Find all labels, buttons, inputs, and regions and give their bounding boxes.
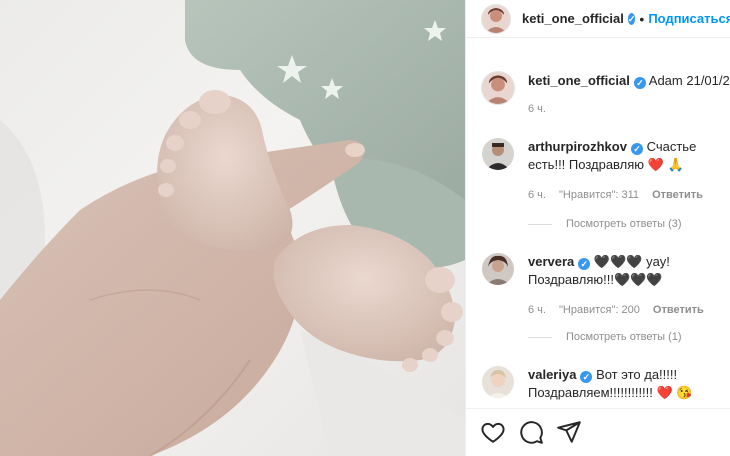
comment-text-line2: Поздравляем!!!!!!!!!!!! ❤️ 😘 <box>528 385 693 400</box>
comment-item: valeriya ✓ Вот это да!!!!! Поздравляем!!!… <box>482 366 730 402</box>
commenter-avatar[interactable] <box>482 138 514 170</box>
verified-badge-icon: ✓ <box>633 77 646 89</box>
comment-text-line1: 🖤🖤🖤 yay! <box>593 254 670 269</box>
comment-body: valeriya ✓ Вот это да!!!!! Поздравляем!!!… <box>528 366 693 402</box>
commenter-avatar[interactable] <box>482 366 514 398</box>
comment-text-line1: Вот это да!!!!! <box>596 367 678 382</box>
comment-time[interactable]: 6 ч. <box>528 189 546 201</box>
comment-bubble-icon[interactable] <box>518 419 544 445</box>
caption-username[interactable]: keti_one_official <box>528 73 630 88</box>
caption-text: Adam 21/01/21 <box>648 73 730 88</box>
comment-body: ververa ✓ 🖤🖤🖤 yay! Поздравляю!!!🖤🖤🖤 6 ч. … <box>528 253 714 319</box>
comment-item: arthurpirozhkov ✓ Счастье есть!!! Поздрав… <box>482 138 730 204</box>
comment-text-line2: Поздравляю!!!🖤🖤🖤 <box>528 272 663 287</box>
heart-outline-icon[interactable] <box>480 419 506 445</box>
post-actions-bar <box>466 408 730 456</box>
verified-badge-icon: ✓ <box>627 12 636 25</box>
reply-button[interactable]: Ответить <box>653 304 704 316</box>
comments-list[interactable]: keti_one_official ✓ Adam 21/01/21 6 ч. ar… <box>466 38 730 408</box>
comment-meta: 6 ч. "Нравится": 311 Ответить <box>528 186 713 204</box>
separator-dot: • <box>639 10 645 27</box>
reply-button[interactable]: Ответить <box>652 189 703 201</box>
comment-meta: 6 ч. "Нравится": 200 Ответить <box>528 301 714 319</box>
view-replies-label[interactable]: Посмотреть ответы (3) <box>566 218 682 230</box>
baby-feet-photo <box>0 0 465 456</box>
verified-badge-icon: ✓ <box>580 371 593 383</box>
caption-avatar[interactable] <box>482 72 514 104</box>
follow-button[interactable]: Подписаться <box>648 11 730 26</box>
view-replies-button[interactable]: Посмотреть ответы (3) <box>528 218 682 230</box>
verified-badge-icon: ✓ <box>578 258 591 270</box>
commenter-avatar[interactable] <box>482 253 514 285</box>
comment-time[interactable]: 6 ч. <box>528 304 546 316</box>
comment-item: ververa ✓ 🖤🖤🖤 yay! Поздравляю!!!🖤🖤🖤 6 ч. … <box>482 253 730 319</box>
post-sidebar: keti_one_official ✓ • Подписаться keti_o… <box>465 0 730 456</box>
replies-divider-line <box>528 336 552 338</box>
author-username[interactable]: keti_one_official <box>522 11 624 26</box>
replies-divider-line <box>528 223 552 225</box>
view-replies-button[interactable]: Посмотреть ответы (1) <box>528 331 682 343</box>
paper-plane-icon[interactable] <box>556 419 582 445</box>
verified-badge-icon: ✓ <box>630 143 643 155</box>
caption-meta: 6 ч. <box>528 100 730 118</box>
comment-body: arthurpirozhkov ✓ Счастье есть!!! Поздрав… <box>528 138 713 204</box>
comment-text-line1: Счастье <box>646 139 697 154</box>
comment-text-line2: есть!!! Поздравляю ❤️ 🙏 <box>528 157 684 172</box>
caption-time[interactable]: 6 ч. <box>528 103 546 115</box>
author-avatar[interactable] <box>482 4 510 33</box>
comment-likes[interactable]: "Нравится": 200 <box>559 304 640 316</box>
comment-likes[interactable]: "Нравится": 311 <box>559 189 639 201</box>
post-header: keti_one_official ✓ • Подписаться <box>466 0 730 38</box>
commenter-username[interactable]: arthurpirozhkov <box>528 139 627 154</box>
post-photo[interactable] <box>0 0 465 456</box>
commenter-username[interactable]: valeriya <box>528 367 576 382</box>
view-replies-label[interactable]: Посмотреть ответы (1) <box>566 331 682 343</box>
caption-body: keti_one_official ✓ Adam 21/01/21 6 ч. <box>528 72 730 118</box>
commenter-username[interactable]: ververa <box>528 254 574 269</box>
caption-item: keti_one_official ✓ Adam 21/01/21 6 ч. <box>482 72 730 118</box>
